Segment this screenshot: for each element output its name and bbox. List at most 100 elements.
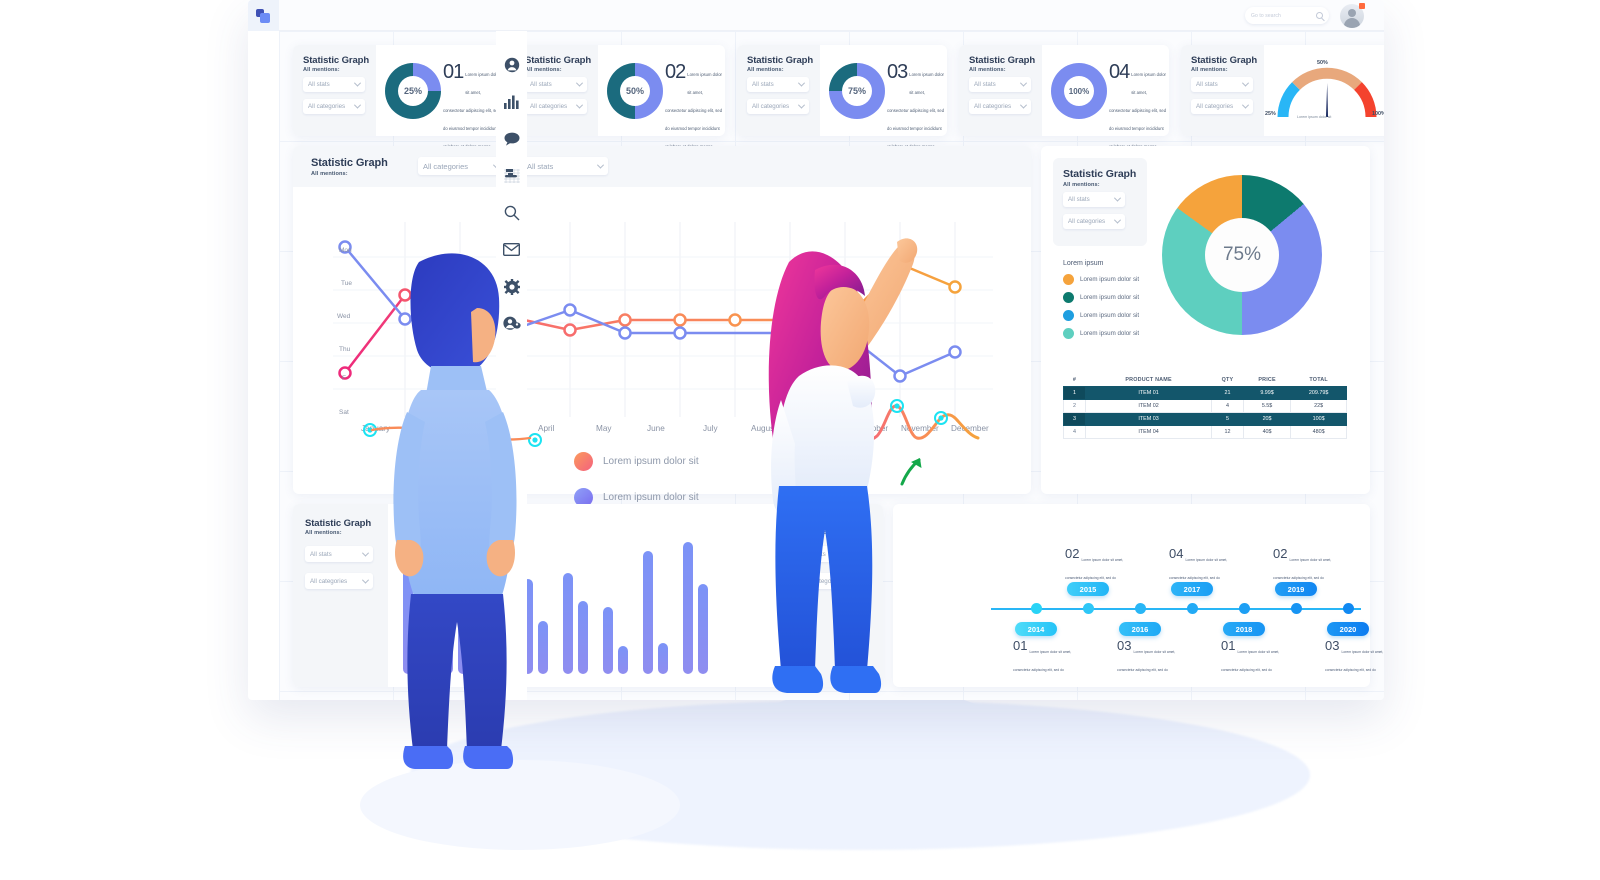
timeline-node[interactable] bbox=[1239, 603, 1250, 614]
card-number: 02 bbox=[665, 61, 686, 83]
timeline-year-chip[interactable]: 2020 bbox=[1327, 622, 1369, 636]
select-stats[interactable]: All stats bbox=[1191, 77, 1253, 92]
select-categories[interactable]: All categories bbox=[1063, 214, 1125, 229]
timeline-entry-number: 02 bbox=[1273, 546, 1288, 561]
table-cell-price: 5.5$ bbox=[1242, 399, 1292, 413]
timeline-year-chip[interactable]: 2019 bbox=[1275, 582, 1317, 596]
card-subtitle: All mentions: bbox=[311, 171, 348, 177]
timeline-year-chip[interactable]: 2017 bbox=[1171, 582, 1213, 596]
timeline-year-chip[interactable]: 2015 bbox=[1067, 582, 1109, 596]
legend-label: Lorem ipsum dolor sit bbox=[1080, 330, 1140, 337]
card-title: Statistic Graph bbox=[303, 55, 370, 66]
timeline-node[interactable] bbox=[1291, 603, 1302, 614]
timeline-entry-text: Lorem ipsum dolor sit amet, consectetur … bbox=[1117, 650, 1176, 672]
legend-swatch bbox=[1063, 328, 1074, 339]
select-stats[interactable]: All stats bbox=[525, 77, 587, 92]
donut-value: 75% bbox=[842, 76, 872, 106]
table-row[interactable]: 2 ITEM 02 4 5.5$ 22$ bbox=[1063, 399, 1347, 413]
select-stats[interactable]: All stats bbox=[303, 77, 365, 92]
select-categories[interactable]: All categories bbox=[305, 573, 373, 589]
select-categories[interactable]: All categories bbox=[969, 99, 1031, 114]
card-title: Statistic Graph bbox=[969, 55, 1036, 66]
card-number: 01 bbox=[443, 61, 464, 83]
table-row[interactable]: 3 ITEM 03 5 20$ 100$ bbox=[1063, 412, 1347, 426]
legend-label: Lorem ipsum dolor sit bbox=[1080, 294, 1140, 301]
legend-label: Lorem ipsum dolor sit bbox=[603, 456, 699, 467]
user-icon bbox=[504, 57, 519, 72]
table-header-cell: QTY bbox=[1221, 377, 1234, 383]
table-cell-num: 1 bbox=[1063, 386, 1086, 400]
sidebar-item-analytics[interactable] bbox=[496, 83, 527, 120]
chevron-down-icon bbox=[575, 79, 584, 87]
illustration-person-woman bbox=[768, 238, 918, 693]
chevron-down-icon bbox=[596, 161, 605, 169]
table-cell-qty: 4 bbox=[1211, 399, 1244, 413]
y-tick-label: Mon bbox=[339, 247, 352, 254]
bar bbox=[698, 584, 708, 674]
gauge-mid-label: 50% bbox=[1317, 60, 1328, 66]
timeline-entry-number: 02 bbox=[1065, 546, 1080, 561]
sidebar-item-messages[interactable] bbox=[496, 120, 527, 157]
gauge-max-label: 100% bbox=[1372, 111, 1384, 117]
timeline-year-chip[interactable]: 2014 bbox=[1015, 622, 1057, 636]
legend-swatch bbox=[1063, 292, 1074, 303]
legend-item: Lorem ipsum dolor sit bbox=[1063, 274, 1139, 285]
table-cell-name: ITEM 02 bbox=[1084, 399, 1213, 413]
x-tick-label: June bbox=[647, 424, 665, 433]
timeline-node[interactable] bbox=[1343, 603, 1354, 614]
timeline-year-chip[interactable]: 2016 bbox=[1119, 622, 1161, 636]
card-subtitle: All mentions: bbox=[305, 530, 342, 536]
legend-item: Lorem ipsum dolor sit bbox=[1063, 310, 1139, 321]
timeline-node[interactable] bbox=[1031, 603, 1042, 614]
donut-value: 25% bbox=[398, 76, 428, 106]
table-row[interactable]: 4 ITEM 04 12 40$ 480$ bbox=[1063, 425, 1347, 439]
card-subtitle: All mentions: bbox=[1063, 182, 1100, 188]
donut-chart: 50% bbox=[607, 63, 663, 119]
app-logo[interactable] bbox=[248, 0, 279, 31]
donut-value: 50% bbox=[620, 76, 650, 106]
table-row[interactable]: 1 ITEM 01 21 9.99$ 209.79$ bbox=[1063, 386, 1347, 400]
timeline-entry-number: 03 bbox=[1117, 638, 1132, 653]
select-categories[interactable]: All categories bbox=[1191, 99, 1253, 114]
sidebar-item-search[interactable] bbox=[496, 194, 527, 231]
table-cell-total: 22$ bbox=[1290, 399, 1347, 413]
timeline-card: 2014 2016 2018 2020 2015 2017 2019 01 Lo… bbox=[893, 504, 1383, 687]
select-categories[interactable]: All categories bbox=[525, 99, 587, 114]
illustration-person-man bbox=[393, 253, 517, 769]
chevron-down-icon bbox=[1019, 79, 1028, 87]
select-categories[interactable]: All categories bbox=[303, 99, 365, 114]
select-stats[interactable]: All stats bbox=[969, 77, 1031, 92]
timeline-node[interactable] bbox=[1083, 603, 1094, 614]
stat-card: Statistic Graph All mentions: All stats … bbox=[959, 45, 1169, 167]
sidebar-item-reports[interactable] bbox=[496, 157, 527, 194]
select-stats[interactable]: All stats bbox=[522, 157, 608, 175]
select-stats[interactable]: All stats bbox=[1063, 192, 1125, 207]
timeline-entry: 01 Lorem ipsum dolor sit amet, consectet… bbox=[1221, 638, 1281, 676]
y-tick-label: Wed bbox=[337, 313, 351, 320]
sidebar-item-user[interactable] bbox=[496, 46, 527, 83]
legend-label: Lorem ipsum dolor sit bbox=[1080, 312, 1140, 319]
bar bbox=[618, 646, 628, 674]
select-categories[interactable]: All categories bbox=[747, 99, 809, 114]
timeline-entry-number: 03 bbox=[1325, 638, 1340, 653]
table-cell-num: 4 bbox=[1063, 425, 1086, 439]
select-stats[interactable]: All stats bbox=[305, 546, 373, 562]
card-title: Statistic Graph bbox=[747, 55, 814, 66]
select-categories[interactable]: All categories bbox=[418, 157, 504, 175]
timeline-node[interactable] bbox=[1187, 603, 1198, 614]
timeline-year-chip[interactable]: 2018 bbox=[1223, 622, 1265, 636]
timeline-entry-number: 01 bbox=[1221, 638, 1236, 653]
search-input[interactable]: Go to search bbox=[1245, 7, 1329, 24]
card-title: Statistic Graph bbox=[311, 157, 388, 169]
select-stats[interactable]: All stats bbox=[747, 77, 809, 92]
y-tick-label: Tue bbox=[341, 280, 352, 287]
stat-card: Statistic Graph All mentions: All stats … bbox=[737, 45, 947, 167]
chat-icon bbox=[504, 132, 519, 146]
timeline-node[interactable] bbox=[1135, 603, 1146, 614]
chevron-down-icon bbox=[353, 79, 362, 87]
donut-chart: 100% bbox=[1051, 63, 1107, 119]
chevron-down-icon bbox=[1241, 101, 1250, 109]
table-cell-total: 100$ bbox=[1290, 412, 1347, 426]
table-cell-name: ITEM 04 bbox=[1084, 425, 1213, 439]
timeline-entry-number: 04 bbox=[1169, 546, 1184, 561]
